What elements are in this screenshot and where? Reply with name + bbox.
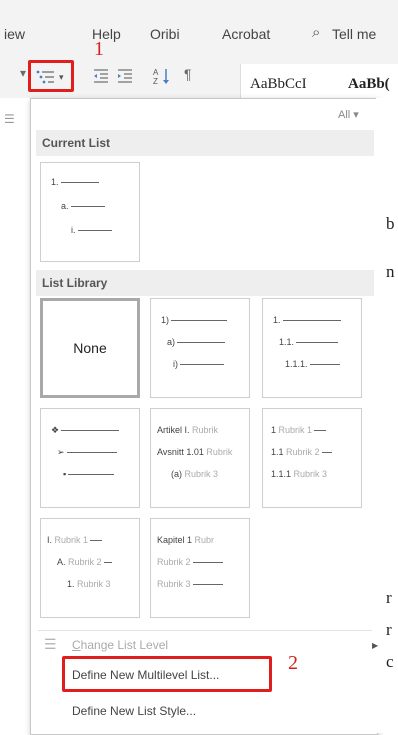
change-level-icon: ☰ (44, 636, 57, 652)
svg-text:A: A (153, 68, 159, 77)
style-sample-heading[interactable]: AaBb( (348, 76, 390, 93)
list-line: 1.1. (279, 337, 339, 347)
list-line: i) (173, 359, 224, 369)
doc-text-fragment: r (386, 620, 392, 639)
list-line: 1. (51, 177, 99, 187)
annotation-step-1: 1 (94, 38, 104, 60)
increase-indent-icon (118, 69, 132, 83)
list-tile-none[interactable]: None (40, 298, 140, 398)
list-line: 1 Rubrik 1 (271, 425, 327, 435)
list-line: 1.1.1. (285, 359, 340, 369)
list-line: ❖ (51, 425, 120, 436)
list-tile-heading-numeric[interactable]: 1 Rubrik 1 1.1 Rubrik 2 1.1.1 Rubrik 3 (262, 408, 362, 508)
increase-indent-button[interactable] (116, 68, 134, 89)
menu-oribi[interactable]: Oribi (150, 26, 180, 42)
change-list-level-item[interactable]: Change List Level (72, 638, 168, 652)
filter-all-dropdown[interactable]: All ▾ (338, 108, 359, 121)
sort-button[interactable]: A Z (152, 66, 172, 91)
style-sample-normal[interactable]: AaBbCcI (250, 76, 307, 93)
pilcrow-icon[interactable]: ¶ (184, 66, 192, 82)
define-new-list-style-item[interactable]: Define New List Style... (72, 704, 196, 718)
sort-icon: A Z (153, 68, 169, 86)
list-line: 1. (273, 315, 341, 325)
highlight-box-define-multilevel (62, 656, 272, 692)
list-tile-artikel[interactable]: Artikel I. Rubrik Avsnitt 1.01 Rubrik (a… (150, 408, 250, 508)
doc-text-fragment: r (386, 588, 392, 607)
list-line: I. Rubrik 1 (47, 535, 103, 545)
list-line: (a) Rubrik 3 (171, 469, 219, 479)
doc-text-fragment: c (386, 652, 394, 671)
list-line: 1.1.1 Rubrik 3 (271, 469, 328, 479)
highlight-box-multilevel (28, 60, 74, 92)
doc-text-fragment: n (386, 262, 395, 281)
list-library-header: List Library (36, 270, 374, 296)
list-line: Rubrik 2 (157, 557, 223, 567)
list-line: a) (167, 337, 226, 347)
doc-text-fragment: b (386, 214, 395, 233)
list-line: ▪ (63, 469, 115, 479)
list-tile-parenthesis[interactable]: 1) a) i) (150, 298, 250, 398)
list-line: 1.1 Rubrik 2 (271, 447, 332, 457)
none-label: None (73, 340, 107, 356)
list-line: Kapitel 1 Rubr (157, 535, 215, 545)
current-list-tile[interactable]: 1. a. i. (40, 162, 140, 262)
search-icon[interactable]: ⌕ (312, 24, 332, 44)
dropdown-arrow-icon[interactable]: ▾ (20, 66, 26, 80)
tell-me-field[interactable]: Tell me (332, 26, 376, 42)
list-line: Artikel I. Rubrik (157, 425, 219, 435)
menu-separator (38, 630, 372, 631)
list-tile-numeric-outline[interactable]: 1. 1.1. 1.1.1. (262, 298, 362, 398)
submenu-arrow-icon: ▶ (372, 641, 379, 650)
list-line: a. (61, 201, 105, 211)
list-line: ➢ (57, 447, 117, 458)
list-line: Rubrik 3 (157, 579, 223, 589)
annotation-step-2: 2 (288, 652, 298, 674)
list-line: A. Rubrik 2 (57, 557, 112, 567)
left-edge-icon: ☰ (4, 112, 15, 126)
list-tile-bullets[interactable]: ❖ ➢ ▪ (40, 408, 140, 508)
list-line: 1) (161, 315, 228, 325)
list-tile-kapitel[interactable]: Kapitel 1 Rubr Rubrik 2 Rubrik 3 (150, 518, 250, 618)
list-line: 1. Rubrik 3 (67, 579, 111, 589)
decrease-indent-button[interactable] (92, 68, 110, 89)
list-line: i. (71, 225, 112, 235)
list-line: Avsnitt 1.01 Rubrik (157, 447, 233, 457)
menu-acrobat[interactable]: Acrobat (222, 26, 270, 42)
list-tile-roman-heading[interactable]: I. Rubrik 1 A. Rubrik 2 1. Rubrik 3 (40, 518, 140, 618)
menu-view[interactable]: iew (4, 26, 25, 42)
svg-text:Z: Z (153, 77, 158, 86)
decrease-indent-icon (94, 69, 108, 83)
current-list-header: Current List (36, 130, 374, 156)
